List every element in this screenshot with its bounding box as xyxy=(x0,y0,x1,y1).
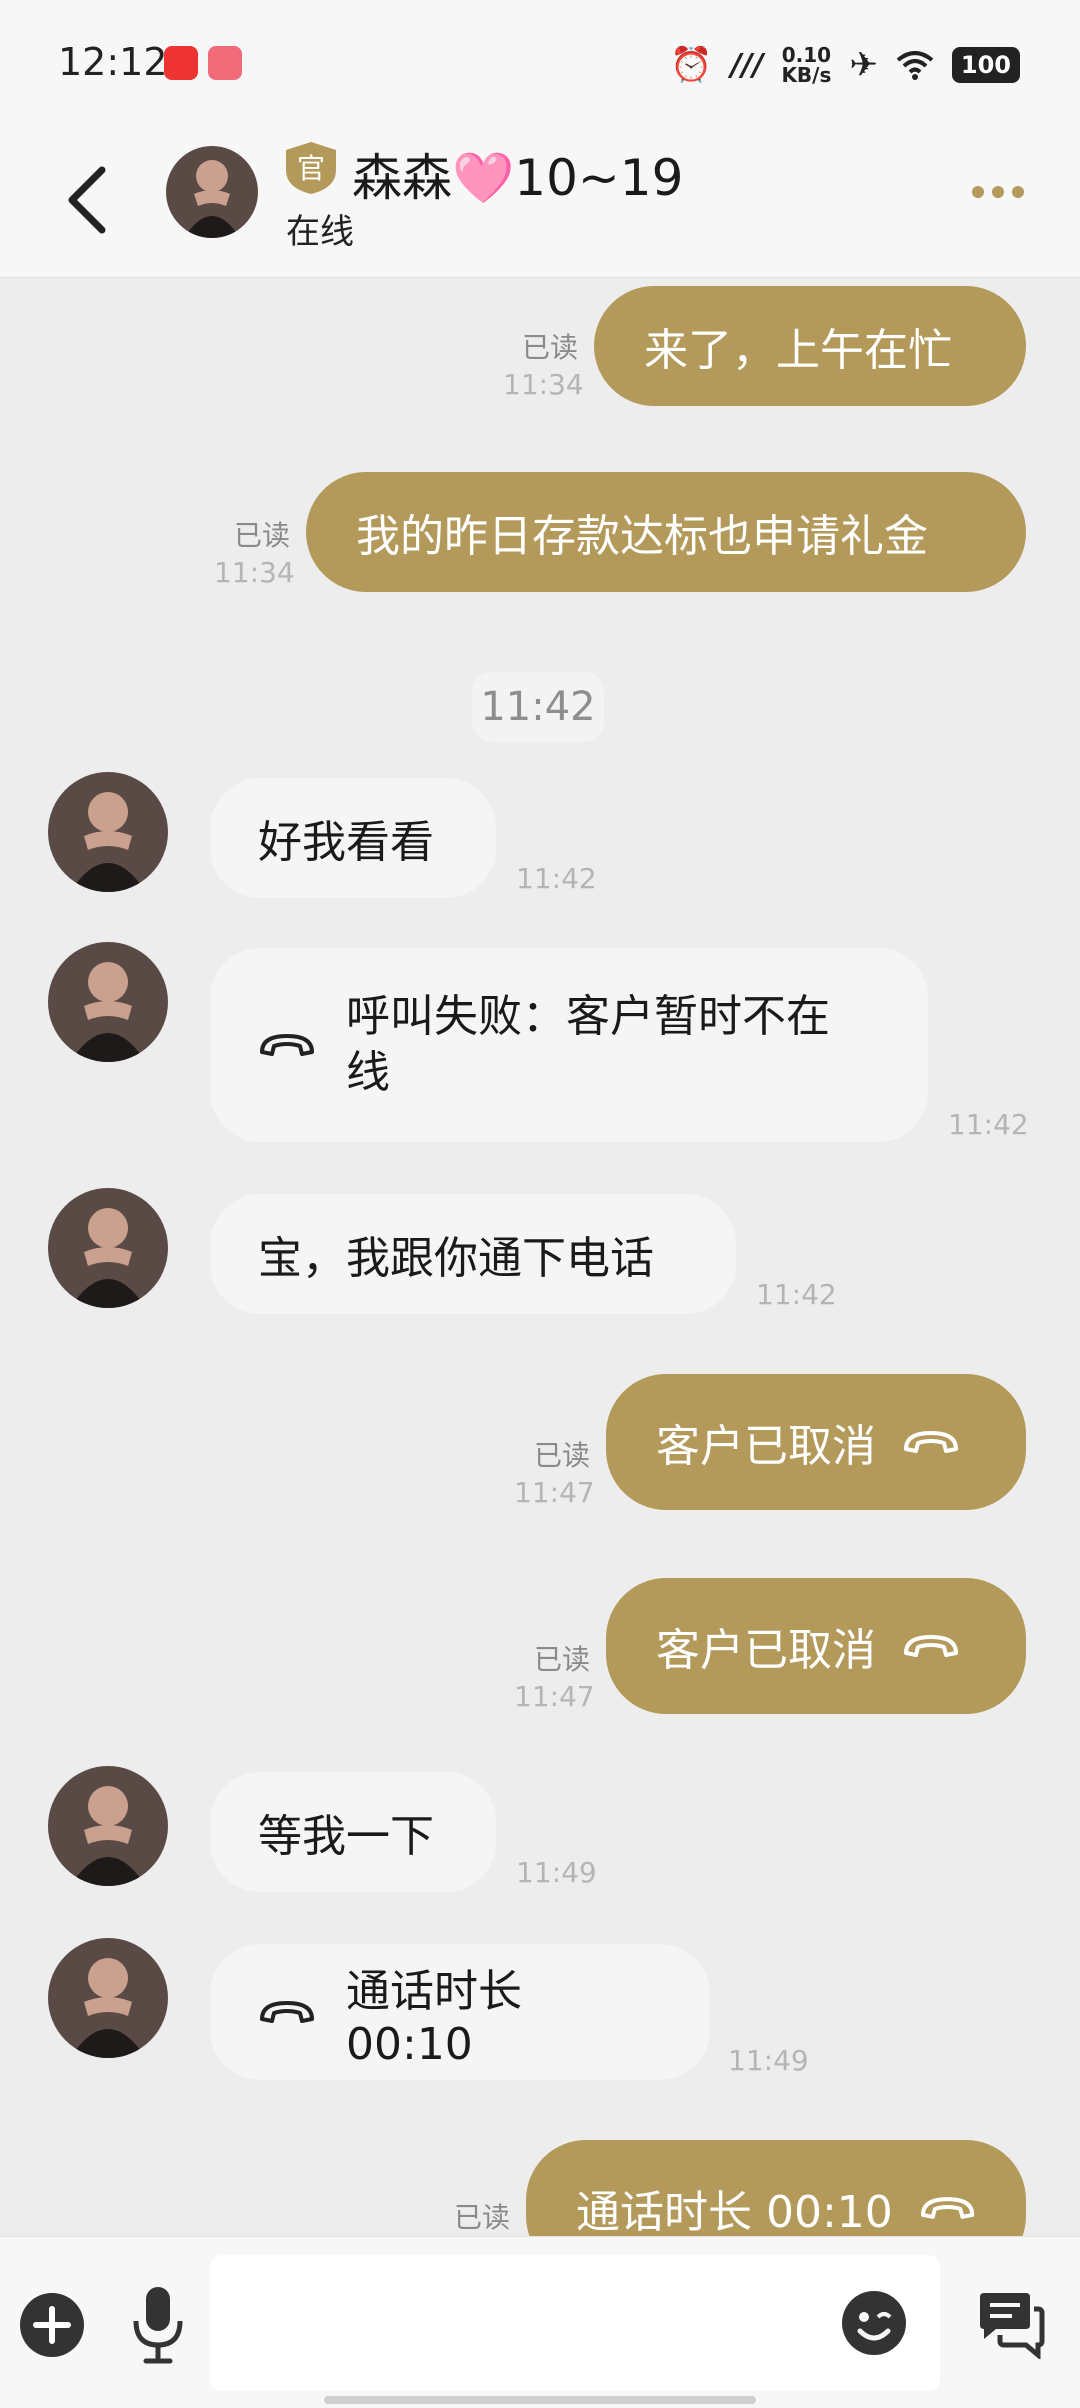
sender-avatar[interactable] xyxy=(48,942,168,1062)
message-bubble-incoming[interactable]: 宝，我跟你通下电话 xyxy=(210,1194,736,1314)
message-time: 11:34 xyxy=(503,368,584,401)
message-text: 我的昨日存款达标也申请礼金 xyxy=(356,511,928,562)
message-bubble-outgoing[interactable]: 我的昨日存款达标也申请礼金 xyxy=(306,472,1026,592)
message-time: 11:34 xyxy=(214,556,295,589)
message-bubble-outgoing[interactable]: 客户已取消 xyxy=(606,1578,1026,1714)
input-bar xyxy=(0,2236,1080,2408)
phone-hangup-icon xyxy=(904,1635,958,1657)
svg-text:官: 官 xyxy=(297,152,325,185)
message-text: 客户已取消 xyxy=(656,1625,876,1676)
message-text: 等我一下 xyxy=(258,1811,434,1862)
message-time: 11:49 xyxy=(728,2044,809,2077)
message-time: 11:42 xyxy=(948,1108,1029,1141)
read-receipt: 已读 xyxy=(533,1439,590,1472)
net-speed: 0.10 KB/s xyxy=(781,43,832,87)
message-text-line1: 呼叫失败：客户暂时不在 xyxy=(346,991,830,1042)
message-text: 宝，我跟你通下电话 xyxy=(258,1233,654,1284)
time-divider: 11:42 xyxy=(472,672,604,742)
phone-hangup-icon xyxy=(904,1431,958,1453)
sender-avatar[interactable] xyxy=(48,772,168,892)
chevron-left-icon[interactable] xyxy=(58,160,118,240)
battery-indicator: 100 xyxy=(951,47,1020,83)
chat-bubbles-icon[interactable] xyxy=(976,2289,1046,2359)
message-text: 通话时长 00:10 xyxy=(346,1965,522,2070)
message-time: 11:49 xyxy=(516,1856,597,1889)
contact-avatar[interactable] xyxy=(166,146,258,238)
home-indicator xyxy=(324,2396,756,2404)
message-bubble-outgoing[interactable]: 来了，上午在忙 xyxy=(594,286,1026,406)
official-badge-icon: 官 xyxy=(286,142,336,194)
message-text: 通话时长 00:10 xyxy=(576,2187,893,2236)
contact-status: 在线 xyxy=(286,212,354,252)
message-bubble-incoming[interactable]: 等我一下 xyxy=(210,1772,496,1892)
airplane-icon: ✈ xyxy=(849,45,878,85)
plus-icon[interactable] xyxy=(18,2291,86,2359)
message-bubble-incoming[interactable]: 好我看看 xyxy=(210,778,496,898)
phone-hangup-icon xyxy=(920,2197,975,2219)
wifi-icon xyxy=(896,51,934,80)
message-bubble-outgoing[interactable]: 客户已取消 xyxy=(606,1374,1026,1510)
status-time: 12:12 xyxy=(58,40,168,84)
alarm-icon: ⏰ xyxy=(670,45,713,85)
emoji-icon[interactable] xyxy=(840,2289,908,2357)
status-indicators: ⏰ /// 0.10 KB/s ✈ 100 xyxy=(670,40,1020,90)
read-receipt: 已读 xyxy=(533,1643,590,1676)
contact-name: 森森🩷10~19 xyxy=(352,149,684,207)
more-dots-icon[interactable] xyxy=(972,186,1024,198)
message-time: 11:47 xyxy=(514,1680,595,1713)
app-notification-icon-2 xyxy=(208,46,242,80)
microphone-icon[interactable] xyxy=(128,2283,188,2367)
phone-hangup-icon xyxy=(260,2001,314,2023)
message-clip: 通话时长 00:10 xyxy=(0,2130,1080,2236)
message-bubble-outgoing[interactable]: 通话时长 00:10 xyxy=(526,2140,1026,2236)
read-receipt: 已读 xyxy=(521,331,578,364)
status-bar: 12:12 ⏰ /// 0.10 KB/s ✈ 100 xyxy=(0,0,1080,130)
message-text: 好我看看 xyxy=(258,817,434,868)
phone-hangup-icon xyxy=(260,1034,314,1056)
message-text: 来了，上午在忙 xyxy=(644,325,952,376)
message-text-line2: 线 xyxy=(346,1047,390,1098)
sender-avatar[interactable] xyxy=(48,1938,168,2058)
sender-avatar[interactable] xyxy=(48,1188,168,1308)
chat-header: 官 森森🩷10~19 在线 xyxy=(0,130,1080,278)
app-notification-icon-1 xyxy=(164,46,198,80)
message-bubble-incoming[interactable]: 通话时长 00:10 xyxy=(210,1944,710,2080)
message-input[interactable] xyxy=(210,2255,940,2391)
message-bubble-incoming[interactable]: 呼叫失败：客户暂时不在 线 xyxy=(210,948,928,1142)
message-text: 客户已取消 xyxy=(656,1421,876,1472)
message-time: 11:47 xyxy=(514,1476,595,1509)
signal-icon: /// xyxy=(730,47,764,83)
message-time: 11:42 xyxy=(516,862,597,895)
read-receipt: 已读 xyxy=(233,519,290,552)
message-time: 11:42 xyxy=(756,1278,837,1311)
sender-avatar[interactable] xyxy=(48,1766,168,1886)
